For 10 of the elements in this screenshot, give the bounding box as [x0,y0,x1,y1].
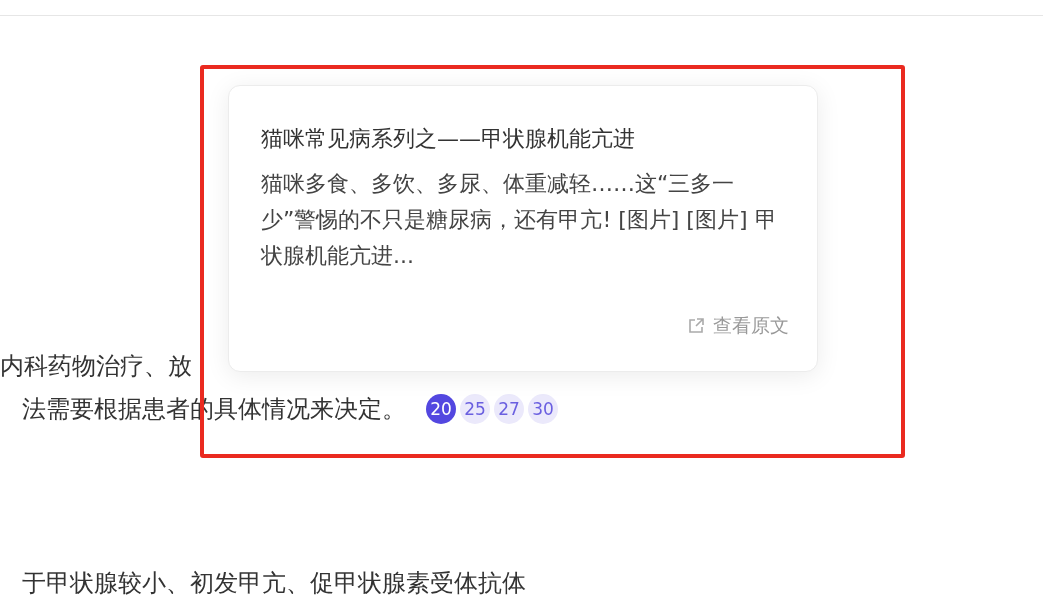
article-text: 内科药物治疗、放 [0,350,192,382]
citation-badge[interactable]: 30 [528,393,558,424]
citation-badge[interactable]: 20 [426,393,456,424]
external-link-icon [687,317,705,335]
citation-badge[interactable]: 27 [494,393,524,424]
popover-excerpt: 猫咪多食、多饮、多尿、体重减轻……这“三多一少”警惕的不只是糖尿病，还有甲亢! [图片] [图片] 甲状腺机能亢进... [261,170,778,270]
article-text: 于甲状腺较小、初发甲亢、促甲状腺素受体抗体 [22,568,526,599]
view-original-link[interactable]: 查看原文 [687,313,789,339]
popover-title: 猫咪常见病系列之——甲状腺机能亢进 [261,125,636,153]
citation-badge[interactable]: 25 [460,393,490,424]
